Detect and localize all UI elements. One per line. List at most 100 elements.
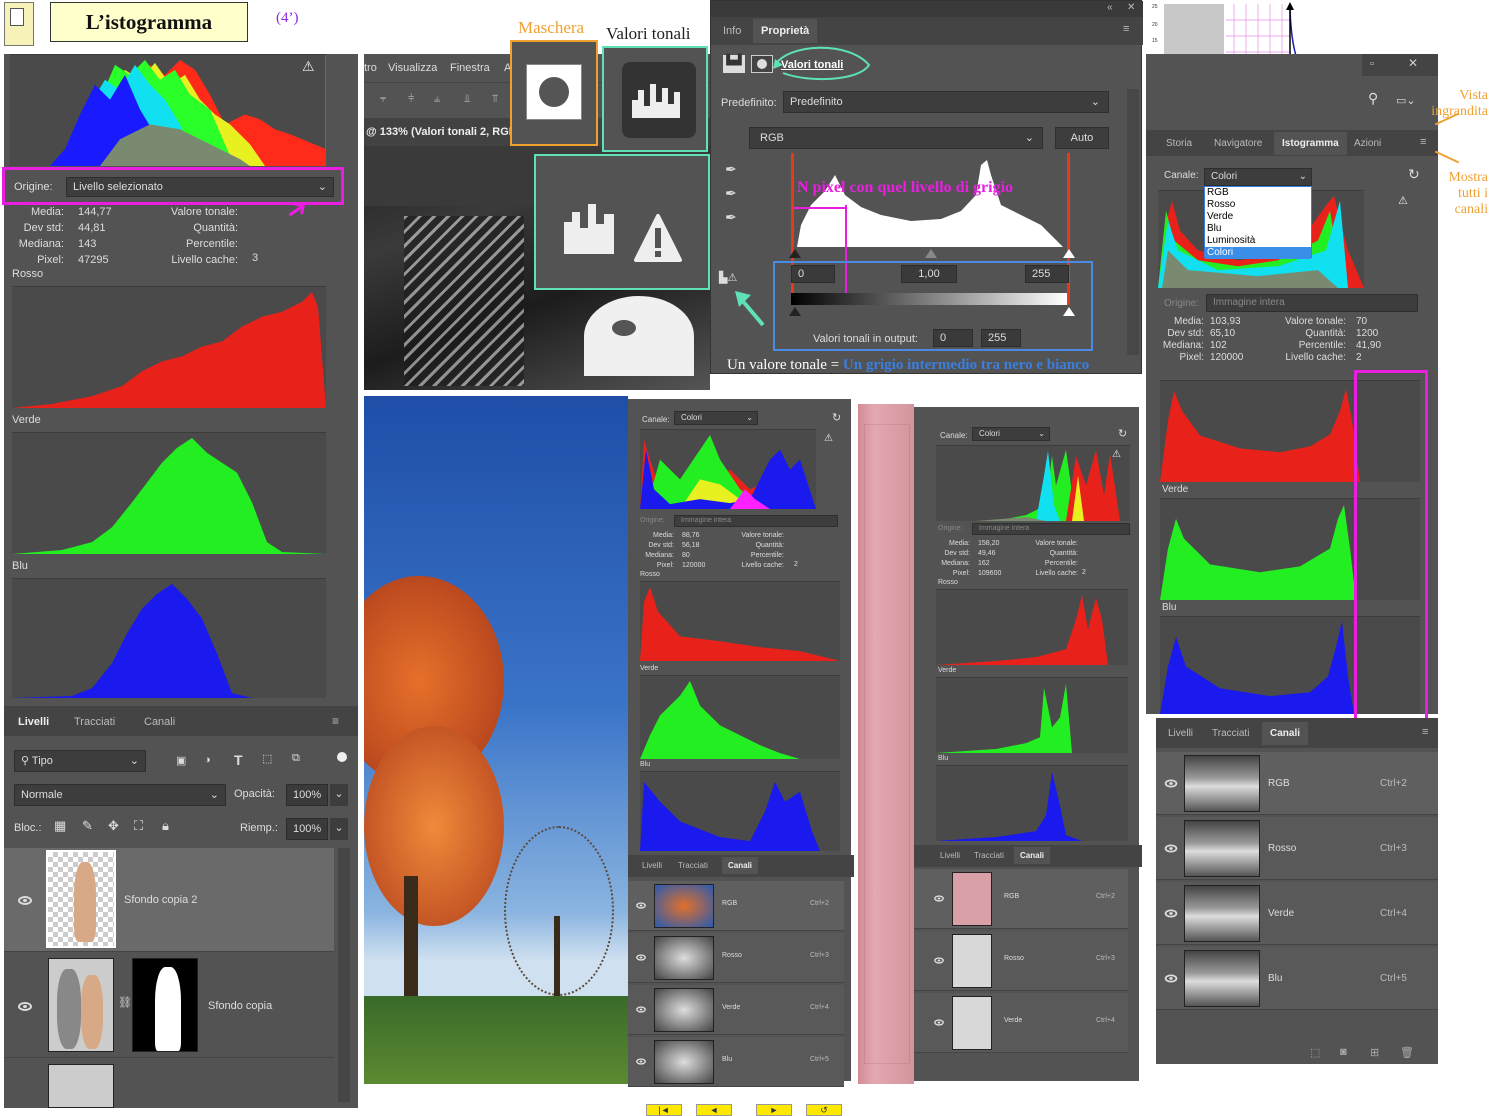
- channel-row[interactable]: Verde Ctrl+4: [628, 985, 844, 1035]
- dropdown-option-rosso[interactable]: Rosso: [1205, 199, 1311, 211]
- canale-select[interactable]: Colori ⌄: [972, 427, 1050, 441]
- channel-row[interactable]: Verde Ctrl+4: [1156, 882, 1438, 945]
- layer-row-1[interactable]: Sfondo copia 2: [4, 848, 334, 952]
- warning-icon[interactable]: ⚠: [302, 58, 315, 75]
- fill-dropdown[interactable]: ⌄: [330, 818, 348, 840]
- tab-azioni[interactable]: Azioni: [1354, 138, 1381, 149]
- panel-menu-icon[interactable]: ≡: [332, 714, 339, 728]
- input-gamma-slider[interactable]: [925, 249, 937, 258]
- gray-eyedropper-icon[interactable]: ✒: [725, 185, 737, 202]
- eye-icon[interactable]: [18, 1002, 32, 1011]
- close-icon[interactable]: ✕: [1408, 56, 1418, 70]
- nav-return-button[interactable]: ↺: [806, 1104, 842, 1116]
- channel-row[interactable]: Rosso Ctrl+3: [628, 933, 844, 983]
- channel-row[interactable]: Rosso Ctrl+3: [914, 931, 1128, 991]
- search-icon[interactable]: ⚲: [1368, 90, 1378, 107]
- panel-menu-icon[interactable]: ≡: [1420, 136, 1426, 148]
- channel-row[interactable]: Rosso Ctrl+3: [1156, 817, 1438, 880]
- nav-first-button[interactable]: |◄: [646, 1104, 682, 1116]
- clip-warning-icon[interactable]: ▙⚠: [719, 271, 737, 284]
- lock-all-icon[interactable]: 🔒︎: [162, 818, 169, 834]
- eye-icon[interactable]: [18, 896, 32, 905]
- lock-brush-icon[interactable]: ✎: [82, 818, 93, 834]
- channel-select[interactable]: RGB ⌄: [749, 127, 1043, 149]
- tab-tracciati[interactable]: Tracciati: [678, 861, 708, 870]
- refresh-icon[interactable]: ↻: [1408, 166, 1420, 183]
- canale-dropdown[interactable]: RGB Rosso Verde Blu Luminosità Colori: [1204, 186, 1312, 259]
- black-eyedropper-icon[interactable]: ✒: [725, 161, 737, 178]
- tab-canali[interactable]: Canali: [722, 857, 759, 874]
- dropdown-option-colori[interactable]: Colori: [1205, 247, 1311, 259]
- lock-artboard-icon[interactable]: ⛶: [134, 818, 143, 834]
- panel-menu-icon[interactable]: ≡: [1123, 23, 1129, 35]
- align-bottom-icon[interactable]: ⫨: [434, 93, 440, 106]
- blend-mode-select[interactable]: Normale ⌄: [14, 784, 226, 806]
- canale-select[interactable]: Colori ⌄: [1204, 168, 1312, 186]
- filter-image-icon[interactable]: ▣: [176, 754, 186, 767]
- layer-row-2[interactable]: ⛓ Sfondo copia: [4, 954, 334, 1058]
- dropdown-option-luminosita[interactable]: Luminosità: [1205, 235, 1311, 247]
- layers-scrollbar[interactable]: [338, 848, 350, 1102]
- warning-icon[interactable]: ⚠: [824, 433, 833, 444]
- origin-select[interactable]: Immagine intera: [674, 515, 838, 527]
- levels-adjustment-icon[interactable]: ▙▟: [723, 55, 745, 73]
- input-gamma-field[interactable]: 1,00: [901, 265, 957, 283]
- channel-row[interactable]: Blu Ctrl+5: [1156, 947, 1438, 1010]
- dropdown-option-verde[interactable]: Verde: [1205, 211, 1311, 223]
- filter-select[interactable]: ⚲ Tipo ⌄: [14, 750, 146, 772]
- nav-prev-button[interactable]: ◄: [696, 1104, 732, 1116]
- warning-icon[interactable]: ⚠: [1398, 194, 1408, 207]
- refresh-icon[interactable]: ↻: [1118, 427, 1127, 440]
- collapse-icon[interactable]: «: [1107, 2, 1113, 13]
- lock-move-icon[interactable]: ✥: [108, 818, 119, 834]
- eye-icon[interactable]: [934, 895, 944, 902]
- properties-scrollbar[interactable]: [1127, 89, 1139, 355]
- tab-canali[interactable]: Canali: [144, 716, 175, 728]
- align-top-icon[interactable]: ⫧: [380, 93, 386, 106]
- dropdown-option-rgb[interactable]: RGB: [1205, 187, 1311, 199]
- tab-tracciati[interactable]: Tracciati: [974, 851, 1004, 860]
- fill-input[interactable]: 100%: [286, 818, 328, 840]
- eye-icon[interactable]: [1164, 908, 1178, 918]
- tab-navigatore[interactable]: Navigatore: [1214, 138, 1262, 149]
- eye-icon[interactable]: [934, 957, 944, 964]
- maximize-icon[interactable]: ▫: [1370, 58, 1374, 70]
- input-black-slider[interactable]: [789, 249, 801, 258]
- opacity-dropdown[interactable]: ⌄: [330, 784, 348, 806]
- close-icon[interactable]: ✕: [1127, 2, 1135, 13]
- channel-row[interactable]: RGB Ctrl+2: [914, 869, 1128, 929]
- workspace-icon[interactable]: ▭⌄: [1396, 94, 1416, 107]
- dropdown-option-blu[interactable]: Blu: [1205, 223, 1311, 235]
- filter-type-icon[interactable]: T: [234, 752, 243, 768]
- opacity-input[interactable]: 100%: [286, 784, 328, 806]
- origin-select[interactable]: Immagine intera: [972, 523, 1130, 535]
- menu-item-finestra[interactable]: Finestra: [450, 62, 490, 74]
- origin-select[interactable]: Immagine intera: [1206, 294, 1418, 312]
- tab-istogramma[interactable]: Istogramma: [1274, 132, 1347, 155]
- lock-transparent-icon[interactable]: ▦: [54, 818, 66, 834]
- tab-info[interactable]: Info: [723, 25, 741, 37]
- layer-row-3[interactable]: [4, 1060, 334, 1108]
- white-eyedropper-icon[interactable]: ✒: [725, 209, 737, 226]
- preset-select[interactable]: Predefinito ⌄: [783, 91, 1109, 113]
- distribute-top-icon[interactable]: ⫫: [464, 93, 470, 106]
- trash-icon[interactable]: 🗑︎: [1400, 1046, 1414, 1059]
- tab-canali[interactable]: Canali: [1014, 847, 1051, 864]
- output-white-field[interactable]: 255: [981, 329, 1021, 347]
- channel-row[interactable]: Verde Ctrl+4: [914, 993, 1128, 1053]
- eye-icon[interactable]: [636, 902, 646, 909]
- menu-item-visualizza[interactable]: Visualizza: [388, 62, 437, 74]
- tab-livelli[interactable]: Livelli: [642, 861, 662, 870]
- canale-select[interactable]: Colori ⌄: [674, 411, 758, 425]
- refresh-icon[interactable]: ↻: [832, 411, 841, 424]
- eye-icon[interactable]: [934, 1019, 944, 1026]
- output-white-slider[interactable]: [1063, 307, 1075, 316]
- menu-item[interactable]: tro: [364, 62, 377, 74]
- filter-adjust-icon[interactable]: ◑: [204, 754, 211, 766]
- tab-proprieta[interactable]: Proprietà: [753, 19, 818, 43]
- filter-smart-icon[interactable]: ⧉: [292, 752, 300, 765]
- panel-menu-icon[interactable]: ≡: [1422, 726, 1428, 738]
- eye-icon[interactable]: [636, 1058, 646, 1065]
- eye-icon[interactable]: [1164, 973, 1178, 983]
- output-black-field[interactable]: 0: [933, 329, 973, 347]
